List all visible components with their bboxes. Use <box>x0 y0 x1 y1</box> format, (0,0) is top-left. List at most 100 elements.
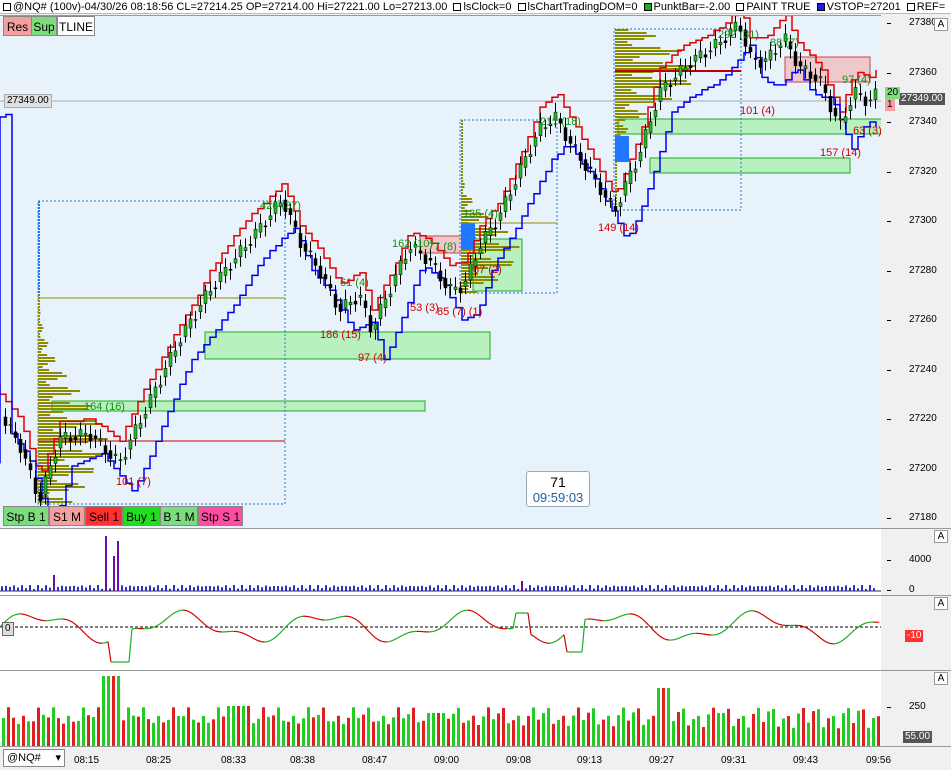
price-axis[interactable]: 27380 27360 27340 27320 27300 27280 27260 27240… <box>881 15 951 528</box>
indicator-lsclock[interactable]: lsClock=0 <box>463 1 511 13</box>
candle <box>143 414 148 419</box>
volume-bar <box>192 719 195 746</box>
profile-bar <box>461 204 468 206</box>
profile-bar <box>615 122 620 124</box>
volume-bar <box>132 715 135 746</box>
buy-button[interactable]: Buy 1 <box>123 506 160 526</box>
time-tick: 09:43 <box>793 755 819 766</box>
oscillator-axis[interactable]: A -10 <box>881 595 951 670</box>
profile-bar <box>615 38 645 40</box>
candle <box>128 439 133 450</box>
indicator-punktbar[interactable]: PunktBar=-2.00 <box>654 1 731 13</box>
profile-bar <box>461 153 463 155</box>
osc-line-segment <box>533 636 538 640</box>
candle <box>153 386 158 398</box>
candle <box>438 270 443 282</box>
indicator-paint[interactable]: PAINT TRUE <box>746 1 810 13</box>
profile-bar <box>461 255 474 257</box>
profile-bar <box>615 173 617 175</box>
osc-line-segment <box>38 619 43 621</box>
candle <box>678 65 683 76</box>
delta-pane[interactable] <box>0 528 881 595</box>
candle <box>688 65 693 68</box>
volume-bar <box>732 726 735 746</box>
buy-market-button[interactable]: B 1 M <box>160 506 198 526</box>
sell-market-button[interactable]: S1 M <box>49 506 85 526</box>
profile-bar <box>38 291 40 293</box>
candle <box>88 434 93 442</box>
candle <box>38 491 43 501</box>
profile-highlight <box>461 223 475 249</box>
volume-bar <box>817 709 820 746</box>
volume-bar <box>92 717 95 746</box>
sell-button[interactable]: Sell 1 <box>85 506 123 526</box>
delta-axis[interactable]: A 4000 0 <box>881 528 951 595</box>
profile-bar <box>38 306 40 308</box>
volume-bar <box>772 709 775 746</box>
profile-bar <box>38 444 59 446</box>
candle <box>523 156 528 168</box>
candle <box>623 181 628 196</box>
indicator-lschartdom[interactable]: lsChartTradingDOM=0 <box>528 1 638 13</box>
stop-sell-button[interactable]: Stp S 1 <box>198 506 243 526</box>
profile-bar <box>615 35 656 37</box>
volume-bar <box>107 676 110 746</box>
oscillator-chart <box>0 609 881 663</box>
osc-line-segment <box>173 610 178 614</box>
profile-bar <box>38 276 40 278</box>
indicator-ref[interactable]: REF= <box>917 1 945 13</box>
candle <box>18 438 23 453</box>
osc-line-segment <box>8 615 13 619</box>
profile-bar <box>38 213 40 215</box>
profile-bar <box>615 188 617 190</box>
volume-bar <box>797 713 800 746</box>
oscillator-pane[interactable]: 0 <box>0 595 881 670</box>
osc-line-segment <box>176 609 181 613</box>
volume-bar <box>762 722 765 746</box>
candle <box>873 88 878 100</box>
volume-bar <box>827 718 830 746</box>
candle <box>163 368 168 378</box>
tline-button[interactable]: TLINE <box>57 16 95 36</box>
osc-axis-autoscale-button[interactable]: A <box>934 597 948 610</box>
sup-button[interactable]: Sup <box>31 16 57 36</box>
symbol-select[interactable]: @NQ# ▾ <box>3 749 65 767</box>
osc-line-segment <box>638 616 643 620</box>
price-chart[interactable]: 426 (37) 164 (16) 101 (7) 61 (4) 186 (15) 97 … <box>0 16 881 529</box>
osc-line-segment <box>746 610 751 613</box>
profile-bar <box>615 53 670 55</box>
volume-bar <box>482 716 485 746</box>
candle <box>583 159 588 171</box>
res-button[interactable]: Res <box>3 16 32 36</box>
volume-bar <box>312 717 315 746</box>
candle <box>813 74 818 82</box>
volume-axis[interactable]: A 250 55.00 <box>881 670 951 746</box>
osc-line-segment <box>245 633 250 637</box>
osc-line-segment <box>296 616 301 619</box>
candle <box>698 50 703 59</box>
osc-line-segment <box>833 642 838 645</box>
price-pane[interactable]: 426 (37) 164 (16) 101 (7) 61 (4) 186 (15) 97 … <box>0 15 881 528</box>
vol-axis-autoscale-button[interactable]: A <box>934 672 948 685</box>
candle <box>648 121 653 133</box>
volume-bar <box>792 727 795 746</box>
candle <box>53 457 58 464</box>
candle <box>518 163 523 179</box>
volume-pane[interactable] <box>0 670 881 746</box>
stop-buy-button[interactable]: Stp B 1 <box>3 506 49 526</box>
candle <box>343 299 348 309</box>
price-tick: 27340 <box>909 116 937 127</box>
volume-bar <box>342 723 345 746</box>
volume-bar <box>22 715 25 746</box>
volume-bar <box>112 676 115 746</box>
profile-bar <box>38 384 50 386</box>
profile-bar <box>38 285 40 287</box>
volume-bar <box>227 706 230 746</box>
delta-axis-autoscale-button[interactable]: A <box>934 530 948 543</box>
profile-bar <box>615 44 633 46</box>
price-axis-autoscale-button[interactable]: A <box>934 18 948 31</box>
indicator-vstop[interactable]: VSTOP=27201 <box>827 1 901 13</box>
osc-line-segment <box>128 628 133 663</box>
profile-bar <box>615 125 624 127</box>
volume-bar <box>417 722 420 746</box>
